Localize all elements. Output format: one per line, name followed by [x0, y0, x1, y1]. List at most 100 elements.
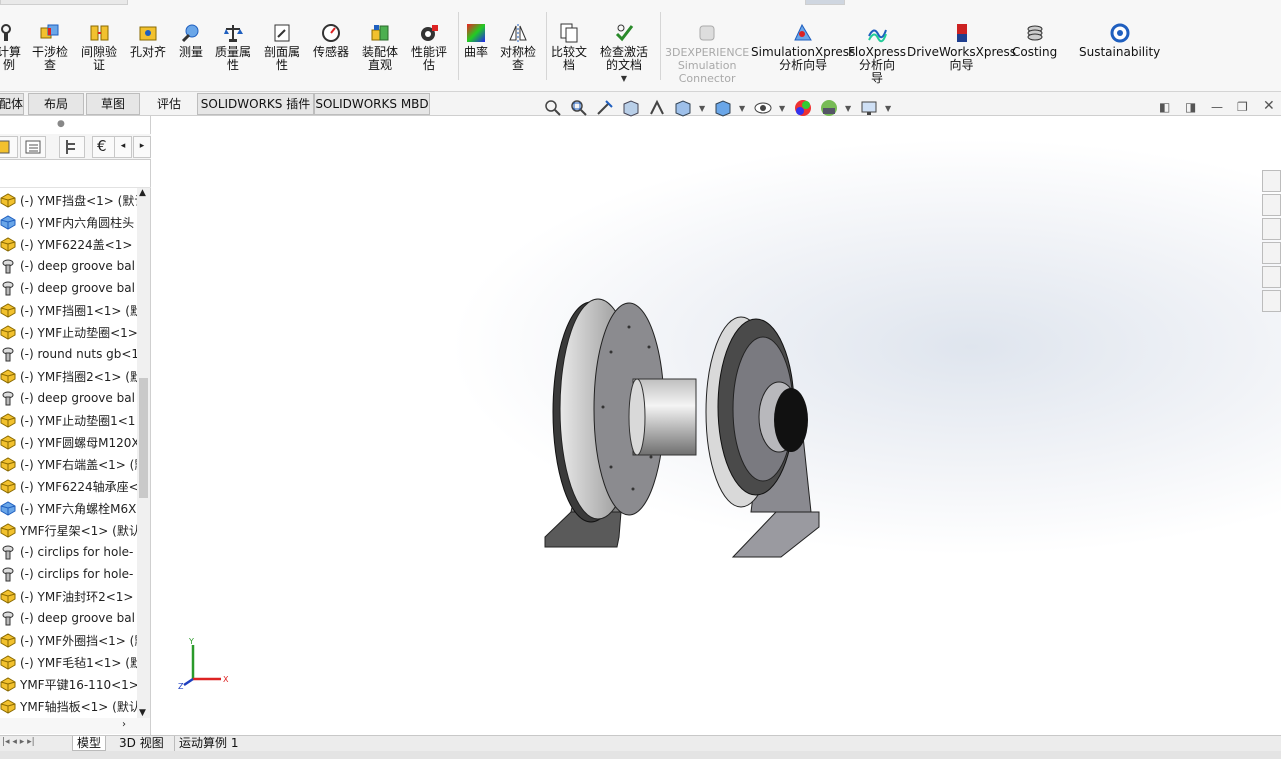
- compare-documents-button[interactable]: 比较文 档: [551, 22, 587, 72]
- hole-alignment-button[interactable]: 孔对齐: [130, 22, 166, 59]
- title-scroll-thumb[interactable]: [805, 0, 845, 5]
- floxpress-button[interactable]: FloXpress 分析向 导: [848, 22, 906, 85]
- tree-item[interactable]: (-) deep groove bal: [0, 608, 137, 628]
- graphics-area[interactable]: Y X Z: [151, 117, 1281, 735]
- previous-view-icon[interactable]: [595, 98, 615, 118]
- symmetry-check-button[interactable]: 对称检 查: [500, 22, 536, 72]
- tree-item[interactable]: (-) YMF挡盘<1> (默认: [0, 190, 137, 210]
- tree-item[interactable]: (-) YMF止动垫圈1<1: [0, 410, 137, 430]
- zoom-to-area-icon[interactable]: [569, 98, 589, 118]
- costing-button[interactable]: Costing: [1012, 22, 1057, 59]
- minimize-icon[interactable]: —: [1211, 100, 1223, 114]
- winch-assembly-model[interactable]: [151, 117, 1281, 735]
- display-style-icon[interactable]: [713, 98, 733, 118]
- maximize-icon[interactable]: ❐: [1237, 100, 1248, 114]
- performance-evaluation-button[interactable]: 性能评 估: [411, 22, 447, 72]
- tree-item[interactable]: (-) deep groove bal: [0, 388, 137, 408]
- chevron-down-icon[interactable]: ▼: [739, 104, 745, 113]
- check-active-document-button[interactable]: 检查激活 的文档 ▼: [600, 22, 648, 85]
- design-library-icon[interactable]: [1262, 194, 1281, 216]
- property-manager-tab[interactable]: [20, 136, 46, 158]
- mass-properties-button[interactable]: 质量属 性: [215, 22, 251, 72]
- section-view-icon[interactable]: [621, 98, 641, 118]
- chevron-down-icon[interactable]: ▼: [621, 72, 627, 85]
- tab-model[interactable]: 模型: [72, 736, 107, 751]
- tree-item[interactable]: YMF轴挡板<1> (默认: [0, 696, 137, 716]
- tab-solidworks-mbd[interactable]: SOLIDWORKS MBD: [314, 93, 430, 115]
- tree-horizontal-scrollbar[interactable]: ›: [0, 718, 150, 734]
- calc-icon: [1, 24, 11, 41]
- 3dexperience-connector-button[interactable]: 3DEXPERIENCE Simulation Connector: [665, 22, 749, 85]
- hide-show-items-icon[interactable]: [753, 98, 773, 118]
- tab-layout[interactable]: 布局: [28, 93, 84, 115]
- tree-item[interactable]: (-) deep groove bal: [0, 278, 137, 298]
- view-palette-icon[interactable]: [1262, 242, 1281, 264]
- configuration-manager-tab[interactable]: [59, 136, 85, 158]
- home-icon[interactable]: [1262, 170, 1281, 192]
- tree-item[interactable]: (-) circlips for hole-: [0, 564, 137, 584]
- tree-item[interactable]: (-) YMF油封环2<1>: [0, 586, 137, 606]
- tree-item[interactable]: (-) YMF止动垫圈<1>: [0, 322, 137, 342]
- scroll-down-icon[interactable]: ▼: [139, 708, 146, 718]
- driveworksxpress-button[interactable]: DriveWorksXpress 向导: [907, 22, 1016, 72]
- sensor-button[interactable]: 传感器: [313, 22, 349, 59]
- tree-item-label: YMF轴挡板<1> (默认: [20, 699, 137, 714]
- calc-button[interactable]: 计算 例: [0, 22, 21, 72]
- tree-item[interactable]: (-) YMF毛毡1<1> (默: [0, 652, 137, 672]
- tree-item[interactable]: (-) YMF外圈挡<1> (默: [0, 630, 137, 650]
- tree-item[interactable]: (-) YMF挡圈1<1> (默: [0, 300, 137, 320]
- scroll-up-icon[interactable]: ▲: [139, 188, 146, 198]
- tree-item[interactable]: YMF行星架<1> (默认: [0, 520, 137, 540]
- tab-3d-view[interactable]: 3D 视图: [115, 736, 168, 751]
- tree-item[interactable]: (-) deep groove bal: [0, 256, 137, 276]
- view-settings-icon[interactable]: [859, 98, 879, 118]
- close-icon[interactable]: ✕: [1263, 98, 1275, 114]
- tab-navigation-arrows[interactable]: |◂ ◂ ▸ ▸|: [2, 737, 35, 747]
- scrollbar-thumb[interactable]: [139, 378, 148, 498]
- apply-scene-icon[interactable]: [819, 98, 839, 118]
- zoom-to-fit-icon[interactable]: [543, 98, 563, 118]
- tree-item[interactable]: (-) YMF圆螺母M120X: [0, 432, 137, 452]
- edit-appearance-icon[interactable]: [793, 98, 813, 118]
- custom-properties-icon[interactable]: [1262, 290, 1281, 312]
- clearance-verification-button[interactable]: 间隙验 证: [81, 22, 117, 72]
- appearances-icon[interactable]: [1262, 266, 1281, 288]
- tree-item[interactable]: (-) YMF6224轴承座<: [0, 476, 137, 496]
- restore-left-icon[interactable]: ◧: [1159, 100, 1170, 114]
- tab-sketch[interactable]: 草图: [86, 93, 140, 115]
- tree-item[interactable]: (-) YMF6224盖<1> (: [0, 234, 137, 254]
- tree-item[interactable]: (-) circlips for hole-: [0, 542, 137, 562]
- section-properties-button[interactable]: 剖面属 性: [264, 22, 300, 72]
- panel-grip[interactable]: ●: [57, 119, 65, 129]
- simulationxpress-button[interactable]: SimulationXpress 分析向导: [751, 22, 855, 72]
- measure-button[interactable]: 测量: [179, 22, 203, 59]
- chevron-down-icon[interactable]: ▼: [885, 104, 891, 113]
- tree-item[interactable]: YMF平键16-110<1>: [0, 674, 137, 694]
- tree-vertical-scrollbar[interactable]: ▲ ▼: [137, 188, 150, 718]
- tree-item[interactable]: (-) YMF内六角圆柱头: [0, 212, 137, 232]
- assembly-visualization-button[interactable]: 装配体 直观: [362, 22, 398, 72]
- chevron-down-icon[interactable]: ▼: [845, 104, 851, 113]
- interference-check-button[interactable]: 干涉检 查: [32, 22, 68, 72]
- tree-item[interactable]: (-) round nuts gb<1: [0, 344, 137, 364]
- scroll-right-icon[interactable]: ›: [122, 719, 126, 730]
- curvature-button[interactable]: 曲率: [464, 22, 488, 59]
- view-orientation-icon[interactable]: [673, 98, 693, 118]
- chevron-down-icon[interactable]: ▼: [779, 104, 785, 113]
- tab-evaluate[interactable]: 评估: [142, 93, 196, 115]
- dynamic-annotation-icon[interactable]: [647, 98, 667, 118]
- feature-manager-tab[interactable]: [0, 136, 18, 158]
- restore-right-icon[interactable]: ◨: [1185, 100, 1196, 114]
- tree-item[interactable]: (-) YMF六角螺栓M6X: [0, 498, 137, 518]
- tab-assembly[interactable]: 配体: [0, 93, 24, 115]
- sustainability-button[interactable]: Sustainability: [1079, 22, 1160, 59]
- tree-item[interactable]: (-) YMF右端盖<1> (默: [0, 454, 137, 474]
- tree-filter-row[interactable]: [0, 160, 151, 188]
- panel-tab-scroll-right[interactable]: ▸: [133, 136, 151, 158]
- tree-item[interactable]: (-) YMF挡圈2<1> (默: [0, 366, 137, 386]
- tab-motion-study[interactable]: 运动算例 1: [174, 736, 242, 751]
- chevron-down-icon[interactable]: ▼: [699, 104, 705, 113]
- file-explorer-icon[interactable]: [1262, 218, 1281, 240]
- panel-tab-scroll-left[interactable]: ◂: [114, 136, 132, 158]
- tab-solidworks-addins[interactable]: SOLIDWORKS 插件: [197, 93, 314, 115]
